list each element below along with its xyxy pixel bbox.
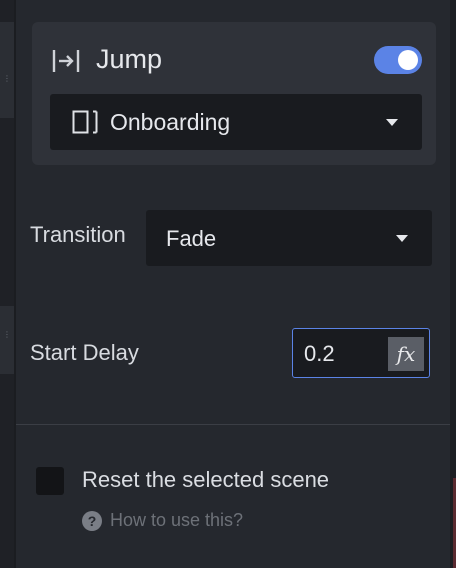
panel-divider [14,0,16,568]
start-delay-input[interactable]: 0.2 fx [292,328,430,378]
left-panel-dots: ⋮ [3,74,12,83]
left-panel-segment [0,22,14,118]
chevron-down-icon [396,235,408,242]
reset-scene-checkbox[interactable] [36,467,64,495]
jump-icon [52,50,80,72]
left-panel-segment [0,306,14,374]
toggle-knob [398,50,418,70]
jump-title: Jump [96,44,163,74]
left-panel-dots: ⋮ [3,330,12,339]
help-icon: ? [82,511,102,531]
reset-scene-label: Reset the selected scene [82,467,330,492]
transition-select[interactable]: Fade [146,210,432,266]
scene-select[interactable]: Onboarding [50,94,422,150]
section-divider [16,424,450,425]
fx-button[interactable]: fx [388,337,424,371]
chevron-down-icon [386,119,398,126]
start-delay-label: Start Delay [30,340,139,365]
start-delay-value: 0.2 [304,341,335,366]
jump-enabled-toggle[interactable] [374,46,422,74]
help-link[interactable]: How to use this? [110,510,243,531]
left-panel-strip: ⋮ ⋮ [0,0,14,568]
scene-select-value: Onboarding [110,109,231,135]
transition-select-value: Fade [166,226,217,251]
scene-frame-icon [72,110,98,134]
transition-label: Transition [30,222,126,247]
